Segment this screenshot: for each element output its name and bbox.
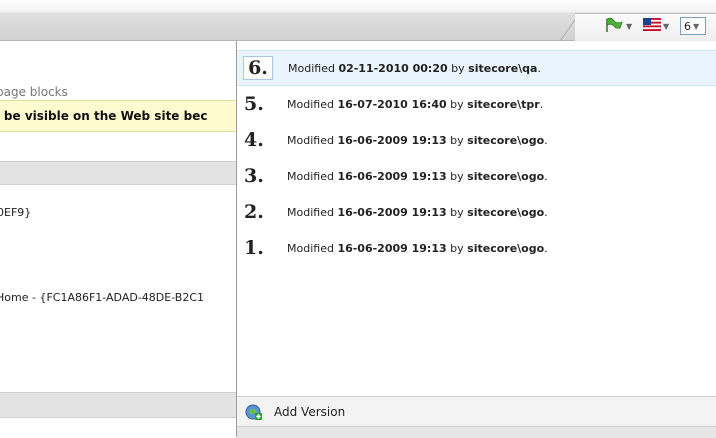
version-description: Modified 16-06-2009 19:13 by sitecore\og…: [287, 206, 548, 219]
version-description: Modified 16-06-2009 19:13 by sitecore\og…: [287, 170, 548, 183]
version-date: 16-06-2009 19:13: [337, 133, 447, 147]
version-by-label: by: [446, 205, 468, 219]
version-period: .: [539, 97, 544, 111]
version-by-label: by: [446, 169, 468, 183]
version-by-label: by: [446, 241, 468, 255]
version-user: sitecore\qa: [468, 61, 538, 75]
version-description: Modified 16-06-2009 19:13 by sitecore\og…: [287, 134, 548, 147]
version-date: 16-06-2009 19:13: [337, 169, 447, 183]
language-dropdown[interactable]: ▼: [642, 17, 670, 35]
version-modified-label: Modified: [287, 241, 338, 255]
item-id-value: 0EF9}: [0, 206, 32, 219]
version-number: 5.: [244, 93, 264, 115]
version-period: .: [544, 169, 548, 183]
version-number: 2.: [244, 201, 264, 223]
top-toolbar: ▼ ▼ 6 ▼: [0, 0, 716, 41]
versions-dropdown-panel: 6. Modified 02-11-2010 00:20 by sitecore\…: [236, 41, 716, 438]
version-number: 3.: [244, 165, 264, 187]
version-by-label: by: [447, 61, 469, 75]
version-date: 02-11-2010 00:20: [338, 61, 448, 75]
version-list: 6. Modified 02-11-2010 00:20 by sitecore\…: [237, 50, 716, 266]
item-path-value: Home - {FC1A86F1-ADAD-48DE-B2C1: [0, 291, 205, 304]
green-flag-icon: [604, 17, 624, 36]
chevron-down-icon: ▼: [626, 21, 633, 31]
version-user: sitecore\ogo: [467, 241, 545, 255]
version-description: Modified 02-11-2010 00:20 by sitecore\qa…: [288, 62, 541, 75]
add-version-button[interactable]: Add Version: [237, 396, 716, 427]
version-date: 16-06-2009 19:13: [337, 241, 447, 255]
version-period: .: [544, 133, 548, 147]
version-item[interactable]: 6. Modified 02-11-2010 00:20 by sitecore\…: [237, 50, 716, 86]
version-number: 1.: [244, 237, 264, 259]
warning-banner: t be visible on the Web site bec: [0, 100, 236, 132]
version-selected-value: 6: [684, 19, 691, 33]
version-period: .: [544, 205, 548, 219]
version-description: Modified 16-07-2010 16:40 by sitecore\tp…: [287, 98, 543, 111]
page-blocks-label: page blocks: [0, 85, 68, 99]
content-editor-background: page blocks t be visible on the Web site…: [0, 41, 236, 437]
version-date: 16-06-2009 19:13: [337, 205, 447, 219]
panel-footer: [237, 426, 716, 438]
version-description: Modified 16-06-2009 19:13 by sitecore\og…: [287, 242, 548, 255]
warning-text: t be visible on the Web site bec: [0, 109, 208, 123]
version-item[interactable]: 2. Modified 16-06-2009 19:13 by sitecore\…: [237, 194, 716, 230]
version-dropdown[interactable]: 6 ▼: [680, 17, 706, 35]
version-user: sitecore\ogo: [467, 169, 545, 183]
us-flag-icon: [642, 17, 662, 34]
version-item[interactable]: 3. Modified 16-06-2009 19:13 by sitecore\…: [237, 158, 716, 194]
section-header[interactable]: [0, 392, 236, 418]
version-period: .: [537, 61, 541, 75]
version-item[interactable]: 5. Modified 16-07-2010 16:40 by sitecore\…: [237, 86, 716, 122]
version-by-label: by: [446, 133, 468, 147]
version-user: sitecore\ogo: [467, 133, 545, 147]
workflow-flag-dropdown[interactable]: ▼: [604, 17, 632, 35]
version-modified-label: Modified: [287, 169, 338, 183]
version-user: sitecore\tpr: [467, 97, 540, 111]
version-by-label: by: [446, 97, 468, 111]
version-number: 6.: [243, 56, 273, 80]
version-modified-label: Modified: [288, 61, 339, 75]
add-version-icon: [245, 403, 263, 421]
version-modified-label: Modified: [287, 133, 338, 147]
version-date: 16-07-2010 16:40: [337, 97, 447, 111]
version-item[interactable]: 4. Modified 16-06-2009 19:13 by sitecore\…: [237, 122, 716, 158]
version-modified-label: Modified: [287, 205, 338, 219]
version-item[interactable]: 1. Modified 16-06-2009 19:13 by sitecore\…: [237, 230, 716, 266]
section-header[interactable]: [0, 161, 236, 185]
chevron-down-icon: ▼: [663, 21, 670, 31]
version-period: .: [544, 241, 548, 255]
version-user: sitecore\ogo: [467, 205, 545, 219]
version-number: 4.: [244, 129, 264, 151]
version-modified-label: Modified: [287, 97, 338, 111]
add-version-label: Add Version: [274, 405, 346, 419]
chevron-down-icon: ▼: [693, 21, 700, 31]
